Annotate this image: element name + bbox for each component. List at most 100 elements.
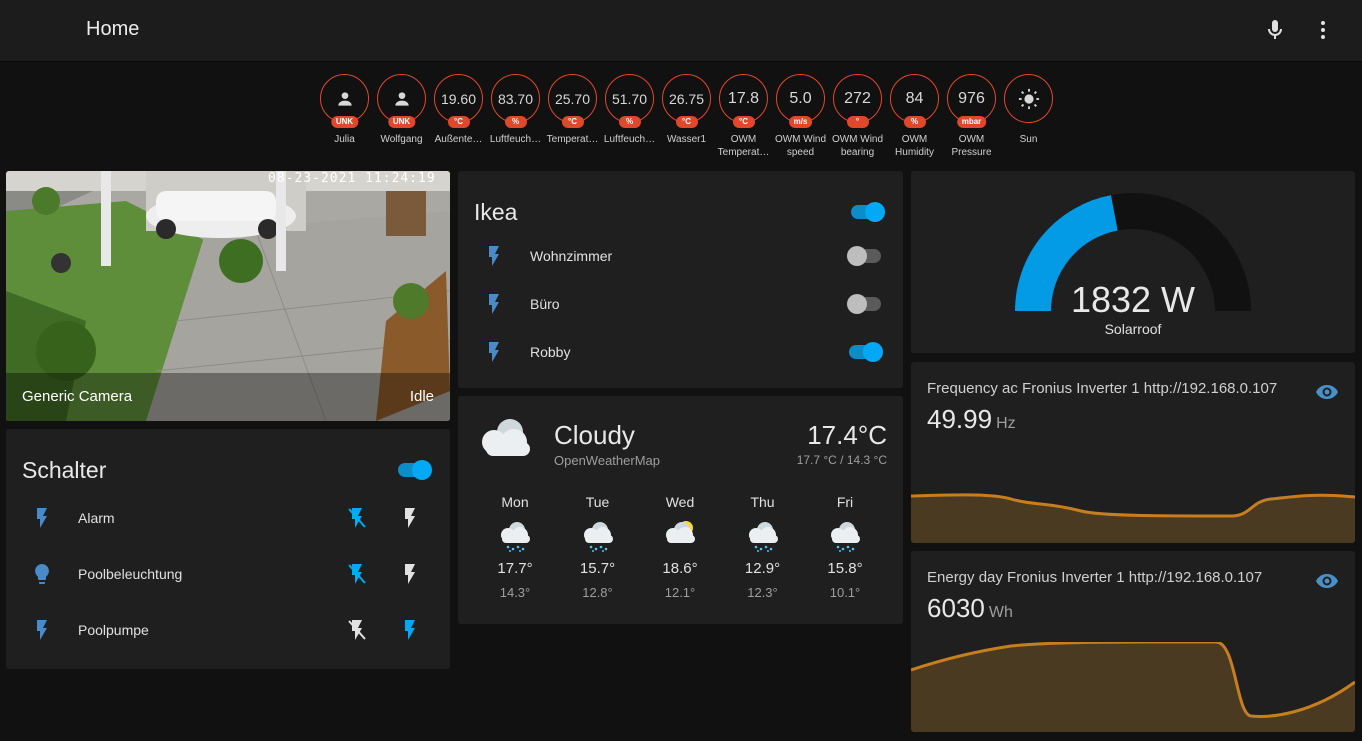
badge-label: OWM: [730, 134, 757, 145]
sensor-name: Frequency ac Fronius Inverter 1 http://1…: [927, 380, 1278, 397]
rainy-icon: [583, 522, 613, 552]
ikea-row: Robby: [458, 328, 903, 376]
badge-item[interactable]: 17.8 °C OWM Temperat…: [715, 74, 772, 159]
sensor-card-frequency[interactable]: Frequency ac Fronius Inverter 1 http://1…: [911, 362, 1355, 543]
schalter-row-label: Poolbeleuchtung: [78, 566, 183, 582]
more-options-icon[interactable]: [1311, 18, 1335, 42]
badge-row: UNK Julia UNK Wolfgang 19.60 °C Außente… 83.70%…: [316, 74, 1056, 164]
badge-unit: %: [504, 116, 527, 128]
badge-value: 83.70: [497, 90, 534, 107]
badge-ring: 17.8 °C: [719, 74, 768, 128]
badge-label: Wasser1: [666, 134, 707, 145]
forecast-day-name: Thu: [750, 494, 775, 510]
badge-unit: °C: [732, 116, 755, 128]
forecast-day-name: Wed: [665, 494, 695, 510]
ikea-row-toggle[interactable]: [847, 246, 883, 266]
solar-gauge-card[interactable]: 1832 W Solarroof: [911, 171, 1355, 353]
turn-on-button[interactable]: [398, 562, 422, 586]
badge-unit: °: [846, 116, 869, 128]
badge-ring: 84%: [890, 74, 939, 128]
badge-label: Temperat…: [546, 134, 599, 145]
badge-unit: °C: [561, 116, 584, 128]
forecast-high: 15.8°: [827, 560, 863, 577]
forecast-high: 18.6°: [662, 560, 698, 577]
ikea-master-toggle[interactable]: [849, 202, 885, 222]
schalter-row: Poolpumpe: [6, 606, 450, 654]
forecast-day: Wed 18.6° 12.1°: [639, 494, 721, 600]
forecast-high: 15.7°: [579, 560, 616, 577]
badge-label-secondary: bearing: [840, 147, 875, 158]
badge-item[interactable]: Sun: [1000, 74, 1057, 146]
badge-ring: [1004, 74, 1053, 123]
flash-icon: [30, 506, 54, 530]
badge-ring: 26.75 °C: [662, 74, 711, 128]
badge-item[interactable]: 272 ° OWM Wind bearing: [829, 74, 886, 159]
person-icon: [337, 91, 352, 106]
sensor-unit: Hz: [996, 415, 1016, 432]
schalter-row: Poolbeleuchtung: [6, 550, 450, 598]
rainy-icon: [831, 522, 860, 552]
camera-card[interactable]: 08-23-2021 11:24:19 Generic Camera Idle: [6, 171, 450, 421]
turn-off-button[interactable]: [345, 506, 369, 530]
schalter-row: Alarm: [6, 494, 450, 542]
sensor-value: 49.99 Hz: [927, 404, 1016, 434]
ikea-row-label: Wohnzimmer: [530, 248, 613, 264]
badge-item[interactable]: 5.0 m/s OWM Wind speed: [772, 74, 829, 159]
schalter-master-toggle[interactable]: [396, 460, 432, 480]
badge-label: OWM Wind: [831, 134, 884, 145]
sensor-unit: Wh: [988, 604, 1013, 621]
turn-off-button[interactable]: [345, 562, 369, 586]
badge-label: Außente…: [434, 134, 483, 145]
weather-condition: Cloudy: [554, 420, 635, 450]
badge-ring: 272 °: [833, 74, 882, 128]
badge-ring: 51.70%: [605, 74, 654, 128]
schalter-row-label: Poolpumpe: [78, 622, 149, 638]
sensor-card-energy[interactable]: Energy day Fronius Inverter 1 http://192…: [911, 551, 1355, 732]
badge-unit: m/s: [788, 116, 813, 128]
forecast-day-name: Tue: [585, 494, 610, 510]
weather-card[interactable]: Cloudy OpenWeatherMap 17.4°C 17.7 °C / 1…: [458, 396, 903, 624]
badge-item[interactable]: UNK Julia: [316, 74, 373, 146]
badge-item[interactable]: 19.60 °C Außente…: [430, 74, 487, 146]
badge-ring: UNK: [320, 74, 369, 128]
forecast-day: Tue 15.7° 12.8°: [557, 494, 639, 600]
badge-unit: °C: [675, 116, 698, 128]
badge-item[interactable]: 976 mbar OWM Pressure: [943, 74, 1000, 159]
badge-value: 26.75: [668, 90, 705, 107]
forecast-day-name: Fri: [836, 494, 854, 510]
energy-graph: [911, 642, 1355, 732]
camera-name: Generic Camera: [22, 388, 133, 405]
badge-value: 19.60: [440, 90, 477, 107]
schalter-card: Schalter Alarm Poolbeleuchtung Poolpumpe: [6, 429, 450, 669]
badge-item[interactable]: UNK Wolfgang: [373, 74, 430, 146]
ikea-row-toggle[interactable]: [847, 342, 883, 362]
badge-item[interactable]: 25.70 °C Temperat…: [544, 74, 601, 146]
ikea-row-toggle[interactable]: [847, 294, 883, 314]
turn-on-button[interactable]: [398, 618, 422, 642]
badge-unit: UNK: [387, 116, 416, 128]
forecast-day: Mon 17.7° 14.3°: [474, 494, 556, 600]
eye-icon[interactable]: [1315, 569, 1339, 593]
badge-item[interactable]: 83.70% Luftfeuch…: [487, 74, 544, 146]
weather-source: OpenWeatherMap: [554, 453, 660, 468]
badge-label: OWM: [901, 134, 928, 145]
gauge-name: Solarroof: [1104, 321, 1162, 337]
eye-icon[interactable]: [1315, 380, 1339, 404]
badge-item[interactable]: 26.75 °C Wasser1: [658, 74, 715, 146]
forecast-day-name: Mon: [501, 494, 529, 510]
ikea-row-label: Robby: [530, 344, 571, 360]
gauge-value: 1832 W: [1070, 279, 1196, 320]
forecast-high: 12.9°: [744, 560, 781, 577]
badge-ring: UNK: [377, 74, 426, 128]
turn-off-button[interactable]: [345, 618, 369, 642]
badge-unit: °C: [447, 116, 470, 128]
badge-ring: 83.70%: [491, 74, 540, 128]
weather-range: 17.7 °C / 14.3 °C: [796, 453, 887, 467]
microphone-icon[interactable]: [1263, 18, 1287, 42]
forecast-low: 14.3°: [499, 585, 531, 600]
badge-item[interactable]: 84% OWM Humidity: [886, 74, 943, 159]
badge-item[interactable]: 51.70% Luftfeuch…: [601, 74, 658, 146]
badge-value: 976: [958, 89, 985, 107]
turn-on-button[interactable]: [398, 506, 422, 530]
sensor-value: 6030 Wh: [927, 593, 1013, 623]
